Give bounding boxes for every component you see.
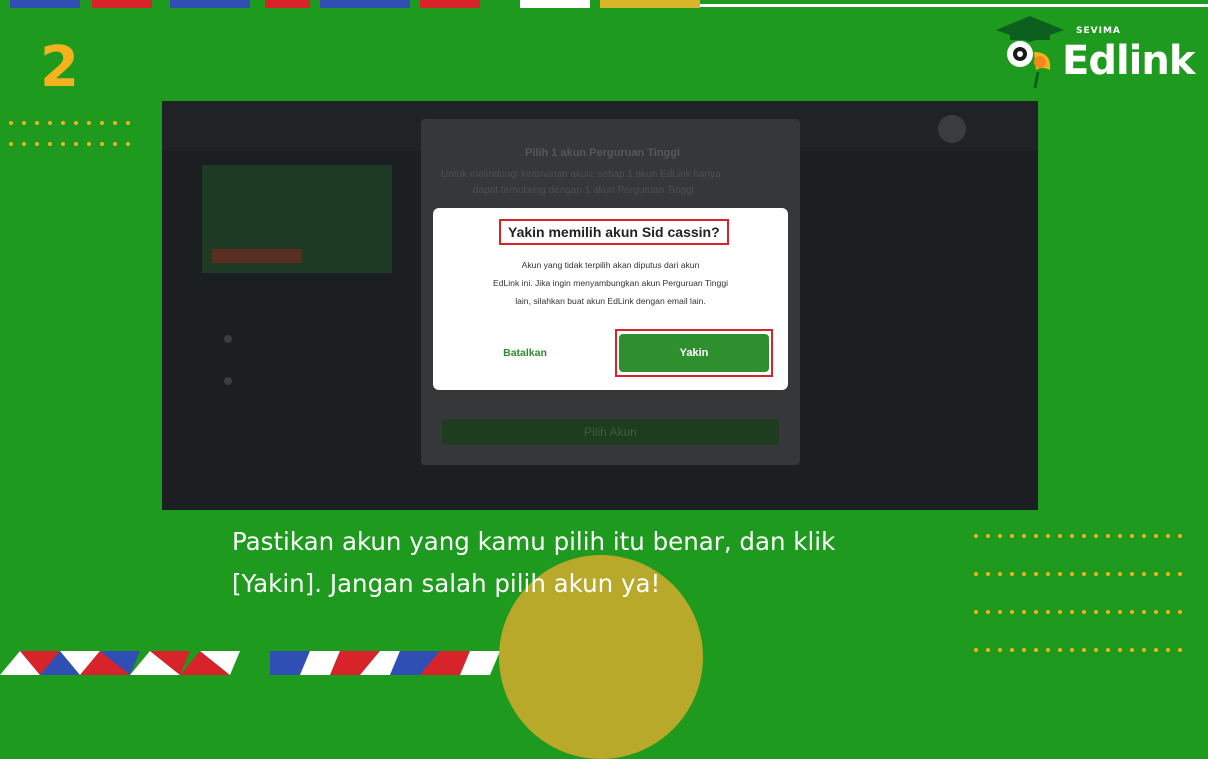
confirm-button[interactable]: Yakin (619, 334, 769, 372)
logo-company: SEVIMA (1076, 26, 1121, 36)
step-number: 2 (40, 35, 79, 100)
modal-title: Pilih 1 akun Perguruan Tinggi (525, 147, 681, 159)
dialog-message-line2: EdLink ini. Jika ingin menyambungkan aku… (492, 278, 729, 288)
confirm-dialog: Yakin memilih akun Sid cassin? Akun yang… (433, 208, 788, 390)
instruction-caption: Pastikan akun yang kamu pilih itu benar,… (232, 521, 992, 605)
app-screenshot: Pilih 1 akun Perguruan Tinggi Untuk meli… (162, 101, 1038, 510)
dialog-message-line3: lain, silahkan buat akun EdLink dengan e… (515, 296, 706, 306)
cancel-button[interactable]: Batalkan (493, 347, 557, 359)
modal-desc-line1: Untuk melindungi keamanan akun, setiap 1… (441, 169, 721, 180)
caption-line1: Pastikan akun yang kamu pilih itu benar,… (232, 527, 836, 556)
dialog-message: Akun yang tidak terpilih akan diputus da… (449, 256, 772, 310)
select-account-button[interactable]: Pilih Akun (442, 419, 779, 445)
mascot-icon (996, 16, 1064, 89)
caption-line2: [Yakin]. Jangan salah pilih akun ya! (232, 569, 661, 598)
confirm-button-highlight: Yakin (615, 329, 773, 377)
modal-desc-line2: dapat terhubung dengan 1 akun Perguruan … (473, 185, 694, 196)
edlink-logo: SEVIMA Edlink (990, 12, 1200, 92)
dialog-message-line1: Akun yang tidak terpilih akan diputus da… (521, 260, 700, 270)
decorative-dots-right (974, 534, 1182, 652)
decorative-dots-left (9, 121, 130, 146)
logo-name: Edlink (1062, 38, 1195, 84)
top-decorative-strip (0, 0, 1208, 8)
dialog-title: Yakin memilih akun Sid cassin? (499, 219, 729, 245)
